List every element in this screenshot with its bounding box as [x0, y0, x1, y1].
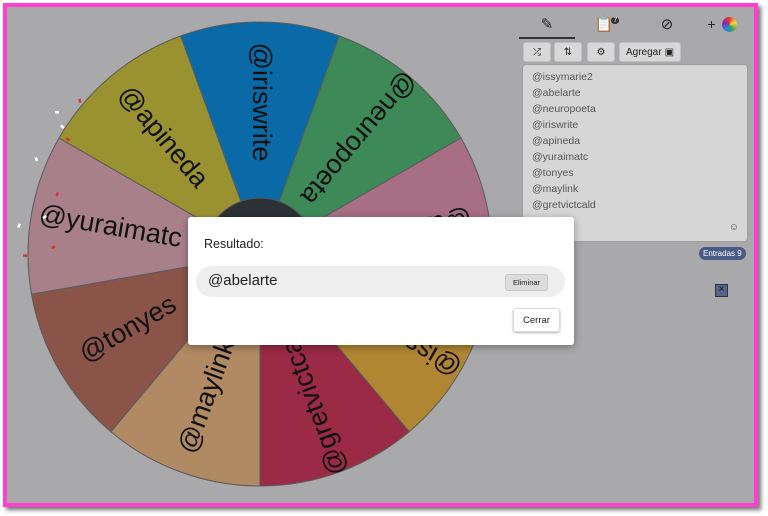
results-badge: 7 — [611, 16, 620, 24]
entry-item: @gretvictcald — [532, 199, 596, 211]
close-small-icon[interactable]: × — [715, 284, 728, 297]
image-icon: ▣ — [664, 46, 675, 58]
entries-textarea[interactable]: @issymarie2 @abelarte @neuropoeta @irisw… — [522, 64, 748, 242]
app-stage: @iriswrite@neuropoeta@abelarte@issymarie… — [7, 7, 754, 503]
add-image-label: Agregar — [625, 46, 662, 58]
confetti-piece — [17, 223, 22, 229]
eye-slash-icon: ⊘ — [660, 16, 674, 33]
remove-button[interactable]: Eliminar — [505, 274, 548, 291]
entry-item: @abelarte — [532, 87, 581, 99]
tab-edit[interactable]: ✎ — [519, 11, 575, 39]
add-image-button[interactable]: Agregar ▣ — [619, 42, 681, 62]
color-palette-icon[interactable] — [721, 16, 737, 32]
result-dialog: Resultado: @abelarte Eliminar Cerrar — [188, 217, 574, 345]
entry-item: @maylink — [532, 183, 579, 195]
entries-panel: ✎ 📋 7 ⊘ + ⤮ ⇅ ⚙ Agregar ▣ @issymarie2 @a… — [519, 11, 749, 260]
confetti-piece — [23, 254, 28, 258]
panel-tabs: ✎ 📋 7 ⊘ + — [519, 11, 749, 39]
result-row: @abelarte Eliminar — [196, 266, 565, 297]
entry-item: @neuropoeta — [532, 103, 596, 115]
wheel-segment-label: @iriswrite — [247, 43, 277, 162]
shuffle-icon: ⤮ — [533, 46, 541, 58]
confetti-piece — [55, 111, 59, 114]
pencil-icon: ✎ — [540, 16, 554, 33]
entry-item: @issymarie2 — [532, 71, 593, 83]
add-wheel-area[interactable]: + — [695, 11, 749, 37]
add-button[interactable]: + — [707, 16, 715, 32]
app-frame: @iriswrite@neuropoeta@abelarte@issymarie… — [3, 3, 758, 507]
confetti-piece — [78, 98, 82, 103]
tab-results[interactable]: 📋 7 — [579, 11, 635, 37]
entry-item: @apineda — [532, 135, 581, 147]
sort-button[interactable]: ⇅ — [554, 42, 582, 62]
count-label: Entradas — [703, 249, 736, 258]
emoji-icon[interactable]: ☺ — [729, 222, 739, 233]
result-value: @abelarte — [208, 272, 278, 289]
entry-item: @tonyes — [532, 167, 574, 179]
tab-hidden[interactable]: ⊘ — [639, 11, 695, 37]
sort-icon: ⇅ — [563, 46, 573, 58]
close-button[interactable]: Cerrar — [513, 308, 560, 332]
dialog-title: Resultado: — [204, 237, 264, 251]
entry-item: @yuraimatc — [532, 151, 589, 163]
settings-button[interactable]: ⚙ — [587, 42, 615, 62]
count-value: 9 — [737, 249, 742, 258]
entries-toolbar: ⤮ ⇅ ⚙ Agregar ▣ — [523, 42, 749, 62]
entries-count-badge: Entradas 9 — [699, 247, 746, 260]
shuffle-button[interactable]: ⤮ — [523, 42, 551, 62]
entry-item: @iriswrite — [532, 119, 579, 131]
confetti-piece — [60, 124, 65, 129]
confetti-piece — [34, 157, 39, 162]
gear-icon: ⚙ — [596, 46, 606, 58]
